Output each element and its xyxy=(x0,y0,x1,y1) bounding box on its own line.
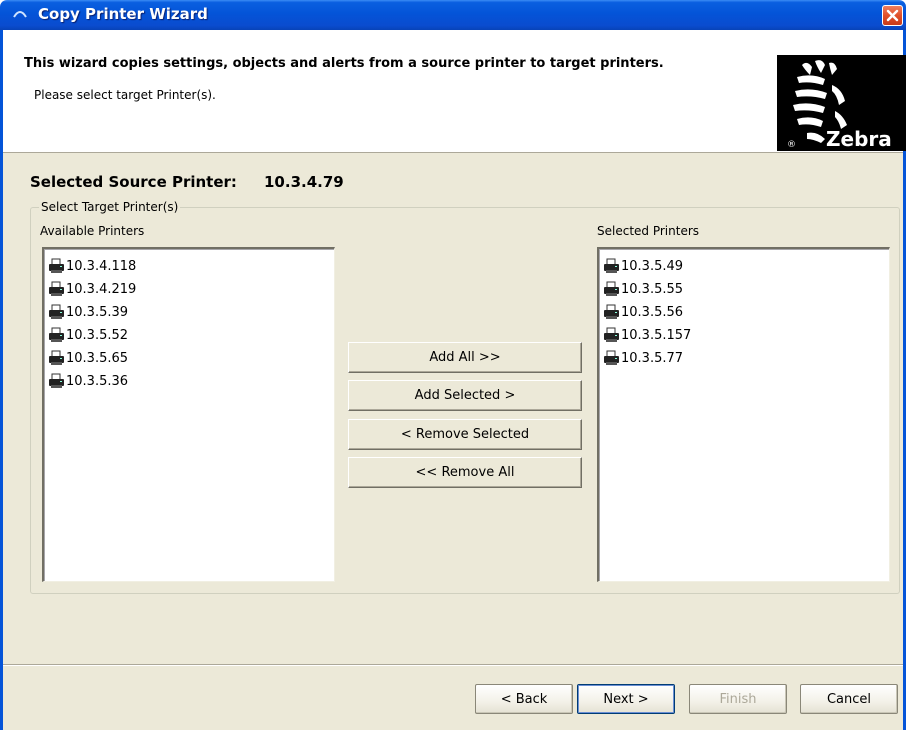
window-title: Copy Printer Wizard xyxy=(38,5,208,23)
title-bar[interactable]: Copy Printer Wizard xyxy=(0,0,906,30)
available-printers-list[interactable]: 10.3.4.118 10.3.4.219 10.3.5.39 10.3.5.52 10… xyxy=(42,247,335,582)
printer-address: 10.3.5.52 xyxy=(66,327,129,343)
list-item[interactable]: 10.3.5.49 xyxy=(603,255,683,277)
printer-address: 10.3.5.77 xyxy=(621,350,684,366)
printer-address: 10.3.4.219 xyxy=(66,281,137,297)
printer-address: 10.3.5.157 xyxy=(621,327,692,343)
list-item[interactable]: 10.3.5.77 xyxy=(603,347,683,369)
list-item[interactable]: 10.3.5.52 xyxy=(48,324,128,346)
list-item[interactable]: 10.3.5.36 xyxy=(48,370,128,392)
printer-icon xyxy=(49,281,64,296)
printer-address: 10.3.5.65 xyxy=(66,350,129,366)
printer-address: 10.3.4.118 xyxy=(66,258,137,274)
printer-address: 10.3.5.49 xyxy=(621,258,684,274)
wizard-app-icon xyxy=(13,11,27,18)
finish-button[interactable]: Finish xyxy=(689,684,787,714)
printer-icon xyxy=(49,350,64,365)
close-button[interactable] xyxy=(882,5,903,26)
printer-icon xyxy=(604,304,619,319)
list-item[interactable]: 10.3.5.65 xyxy=(48,347,128,369)
printer-icon xyxy=(49,373,64,388)
printer-icon xyxy=(49,327,64,342)
wizard-description: This wizard copies settings, objects and… xyxy=(24,56,664,71)
printer-icon xyxy=(604,327,619,342)
close-icon xyxy=(886,9,899,22)
remove-all-button[interactable]: << Remove All xyxy=(348,457,582,488)
registered-mark: ® xyxy=(787,140,796,150)
source-printer-value: 10.3.4.79 xyxy=(264,173,344,191)
list-item[interactable]: 10.3.5.56 xyxy=(603,301,683,323)
printer-address: 10.3.5.55 xyxy=(621,281,684,297)
list-item[interactable]: 10.3.5.39 xyxy=(48,301,128,323)
footer-separator xyxy=(3,664,903,666)
printer-address: 10.3.5.56 xyxy=(621,304,684,320)
next-button[interactable]: Next > xyxy=(577,684,675,714)
list-item[interactable]: 10.3.5.157 xyxy=(603,324,691,346)
printer-icon xyxy=(604,350,619,365)
printer-icon xyxy=(604,281,619,296)
wizard-instruction: Please select target Printer(s). xyxy=(34,88,216,102)
cancel-button[interactable]: Cancel xyxy=(800,684,898,714)
list-item[interactable]: 10.3.5.55 xyxy=(603,278,683,300)
available-printers-label: Available Printers xyxy=(40,224,145,238)
printer-icon xyxy=(49,258,64,273)
selected-printers-list[interactable]: 10.3.5.49 10.3.5.55 10.3.5.56 10.3.5.157 10.… xyxy=(597,247,890,582)
list-item[interactable]: 10.3.4.118 xyxy=(48,255,136,277)
printer-icon xyxy=(604,258,619,273)
zebra-logo-text: Zebra xyxy=(826,127,892,151)
remove-selected-button[interactable]: < Remove Selected xyxy=(348,419,582,450)
printer-address: 10.3.5.36 xyxy=(66,373,129,389)
selected-printers-label: Selected Printers xyxy=(597,224,700,238)
add-all-button[interactable]: Add All >> xyxy=(348,342,582,373)
printer-icon xyxy=(49,304,64,319)
list-item[interactable]: 10.3.4.219 xyxy=(48,278,136,300)
back-button[interactable]: < Back xyxy=(475,684,573,714)
add-selected-button[interactable]: Add Selected > xyxy=(348,380,582,411)
group-legend: Select Target Printer(s) xyxy=(39,200,181,214)
printer-address: 10.3.5.39 xyxy=(66,304,129,320)
source-printer-label: Selected Source Printer: xyxy=(30,173,237,191)
